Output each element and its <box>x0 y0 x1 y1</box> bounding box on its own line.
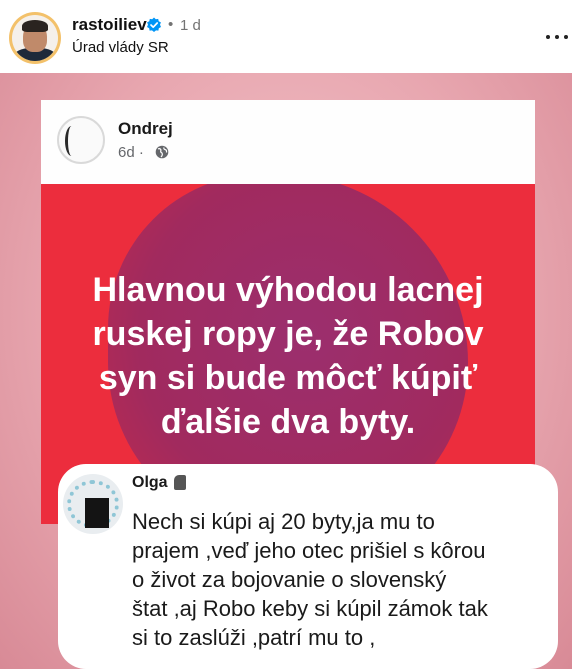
avatar-photo <box>12 15 58 61</box>
quote-line: ďalšie dva byty. <box>160 403 416 441</box>
post-time[interactable]: 1 d <box>180 17 201 34</box>
more-horizontal-icon[interactable] <box>544 30 570 44</box>
username[interactable]: rastoiliev <box>72 15 147 35</box>
comment-line: si to zaslúži ,patrí mu to , <box>132 625 376 650</box>
quote-line: ruskej ropy je, že Robov <box>92 315 484 353</box>
comment-text: Nech si kúpi aj 20 byty,ja mu to prajem … <box>132 507 548 652</box>
quote-text: Hlavnou výhodou lacnej ruskej ropy je, ž… <box>41 268 535 444</box>
avatar-censor-block <box>85 498 109 528</box>
comment-line: prajem ,veď jeho otec prišiel s kôrou <box>132 538 486 563</box>
commenter-name: Olga <box>132 474 168 491</box>
comment-line: o život za bojovanie o slovenský <box>132 567 447 592</box>
quote-line: Hlavnou výhodou lacnej <box>92 271 484 309</box>
commenter-avatar <box>63 474 123 534</box>
profile-avatar[interactable] <box>9 12 61 64</box>
fb-post-header: Ondrej 6d · <box>41 100 535 184</box>
post-location[interactable]: Úrad vlády SR <box>72 39 169 56</box>
post-header: rastoiliev • 1 d Úrad vlády SR <box>0 0 572 72</box>
name-redaction <box>174 475 186 490</box>
avatar-hair <box>22 20 48 32</box>
verified-badge-icon <box>147 17 161 32</box>
globe-icon <box>155 145 169 159</box>
separator-dot: • <box>168 16 174 33</box>
fb-author-name: Ondrej <box>118 119 173 138</box>
post-image[interactable]: Ondrej 6d · Hlavnou výhodou lacnej ruske… <box>0 73 572 669</box>
comment-line: štat ,aj Robo keby si kúpil zámok tak <box>132 596 488 621</box>
fb-avatar <box>57 116 105 164</box>
comment-bubble: Olga Nech si kúpi aj 20 byty,ja mu to pr… <box>58 464 558 669</box>
comment-line: Nech si kúpi aj 20 byty,ja mu to <box>132 509 435 534</box>
fb-post-meta: 6d · <box>118 144 144 161</box>
quote-line: syn si bude môcť kúpiť <box>98 359 478 397</box>
